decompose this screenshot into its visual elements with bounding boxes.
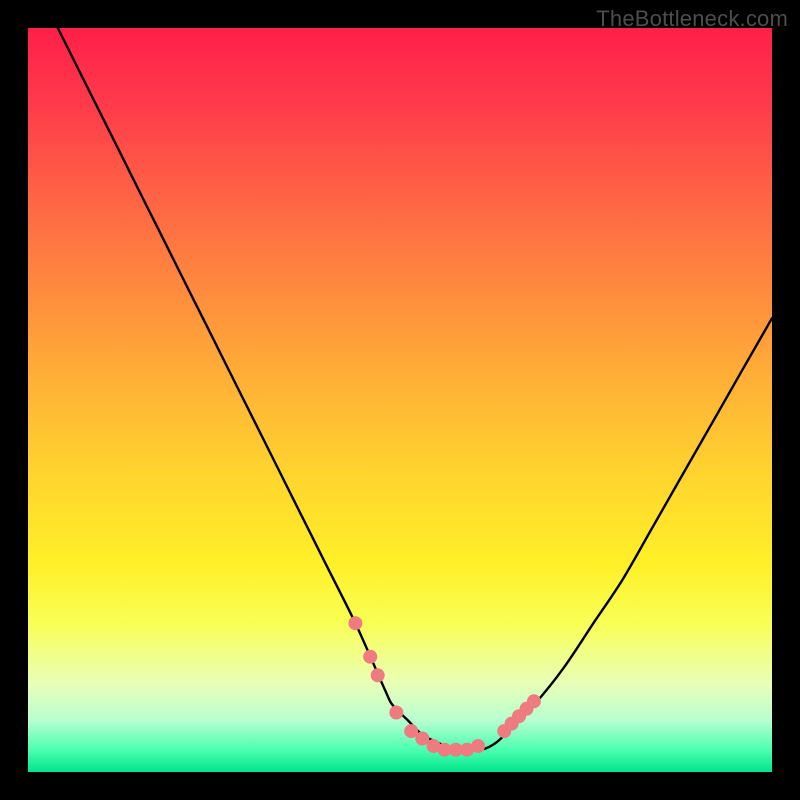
plot-area xyxy=(28,28,772,772)
curve-marker xyxy=(389,706,403,720)
curve-marker xyxy=(371,668,385,682)
watermark-text: TheBottleneck.com xyxy=(596,6,788,32)
chart-frame: TheBottleneck.com xyxy=(0,0,800,800)
curve-marker xyxy=(471,739,485,753)
bottleneck-curve-svg xyxy=(28,28,772,772)
curve-markers xyxy=(348,616,541,757)
curve-marker xyxy=(527,694,541,708)
curve-marker xyxy=(348,616,362,630)
bottleneck-curve-path xyxy=(28,0,772,750)
curve-marker xyxy=(363,650,377,664)
